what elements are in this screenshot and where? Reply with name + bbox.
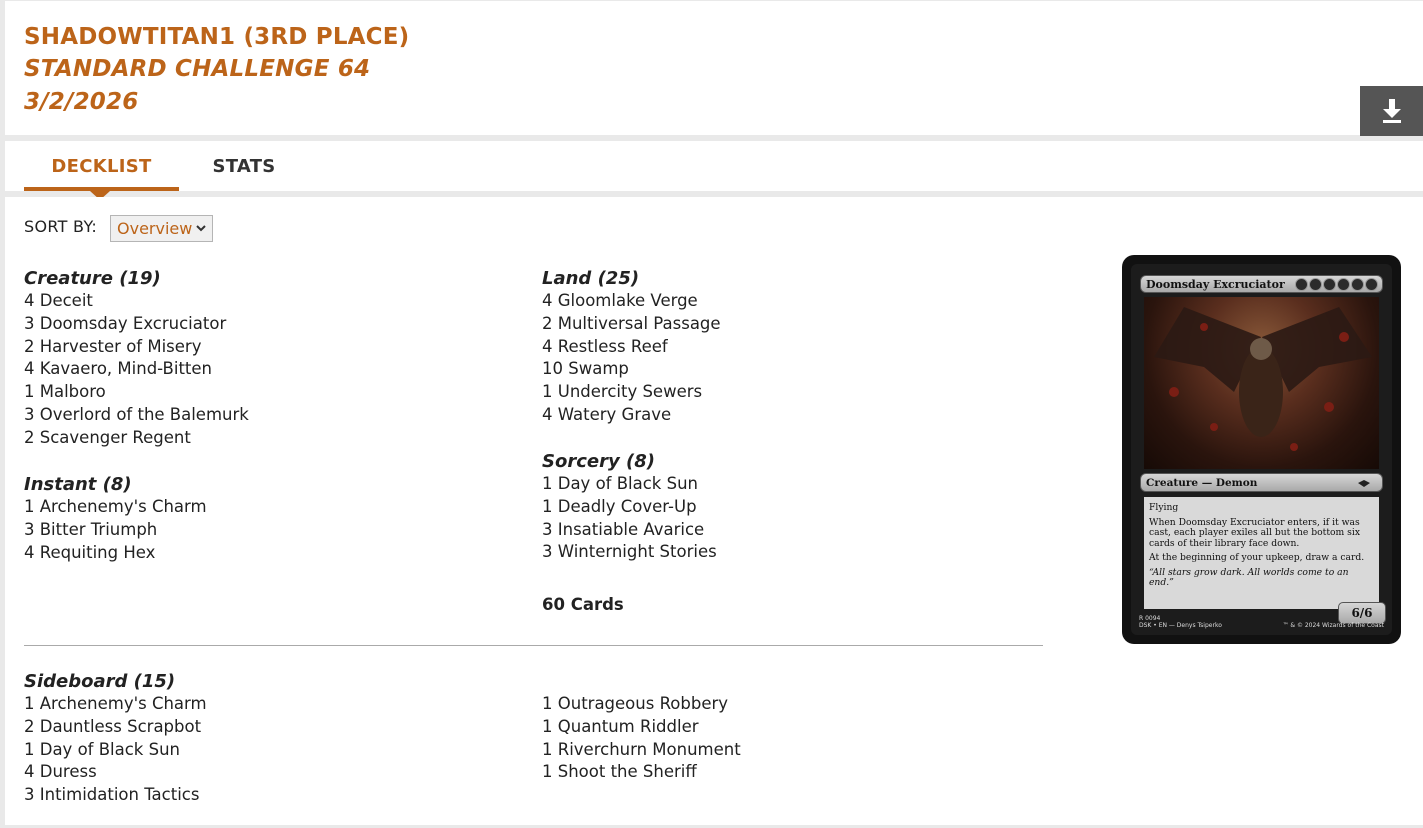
sorcery-list: 1 Day of Black Sun 1 Deadly Cover-Up 3 I… <box>542 473 717 564</box>
list-item[interactable]: 4 Kavaero, Mind-Bitten <box>24 358 249 381</box>
card-collector-info: R 0094 DSK • EN — Denys Tsiperko <box>1139 615 1222 629</box>
tab-stats[interactable]: STATS <box>205 141 283 191</box>
card-power-toughness: 6/6 <box>1338 602 1386 624</box>
tab-bar: DECKLIST STATS <box>5 141 1423 200</box>
list-item[interactable]: 1 Day of Black Sun <box>24 739 207 762</box>
land-heading: Land (25) <box>542 268 640 289</box>
sideboard-heading: Sideboard (15) <box>24 671 176 692</box>
card-rules-line: Flying <box>1149 502 1179 513</box>
list-item[interactable]: 1 Quantum Riddler <box>542 716 741 739</box>
total-card-count: 60 Cards <box>542 595 624 614</box>
land-list: 4 Gloomlake Verge 2 Multiversal Passage … <box>542 290 721 427</box>
instant-heading: Instant (8) <box>24 474 132 495</box>
list-item[interactable]: 4 Restless Reef <box>542 336 721 359</box>
instant-list: 1 Archenemy's Charm 3 Bitter Triumph 4 R… <box>24 496 207 564</box>
list-item[interactable]: 4 Duress <box>24 761 207 784</box>
card-name: Doomsday Excruciator <box>1146 277 1285 291</box>
list-item[interactable]: 2 Multiversal Passage <box>542 313 721 336</box>
demon-art-icon <box>1154 307 1372 451</box>
deck-header: SHADOWTITAN1 (3RD PLACE) STANDARD CHALLE… <box>5 1 1423 136</box>
card-rules-line: When Doomsday Excruciator enters, if it … <box>1149 516 1361 549</box>
chevron-down-icon <box>196 225 206 232</box>
player-title: SHADOWTITAN1 (3RD PLACE) <box>24 24 410 50</box>
list-item[interactable]: 1 Malboro <box>24 381 249 404</box>
list-item[interactable]: 4 Watery Grave <box>542 404 721 427</box>
collector-artist: DSK • EN — Denys Tsiperko <box>1139 622 1222 629</box>
download-button[interactable] <box>1360 86 1423 136</box>
card-frame: Doomsday Excruciator Creature — Demon Fl… <box>1131 264 1392 635</box>
event-date: 3/2/2026 <box>24 89 139 115</box>
collector-number: R 0094 <box>1139 615 1161 622</box>
sort-select[interactable]: Overview <box>110 215 213 242</box>
list-item[interactable]: 1 Deadly Cover-Up <box>542 496 717 519</box>
list-item[interactable]: 3 Overlord of the Balemurk <box>24 404 249 427</box>
card-rules-box: Flying When Doomsday Excruciator enters,… <box>1144 497 1379 609</box>
sort-selected-value: Overview <box>117 219 193 238</box>
tab-stats-label: STATS <box>212 155 276 177</box>
list-item[interactable]: 2 Dauntless Scrapbot <box>24 716 207 739</box>
list-item[interactable]: 4 Deceit <box>24 290 249 313</box>
list-item[interactable]: 1 Shoot the Sheriff <box>542 761 741 784</box>
list-item[interactable]: 1 Archenemy's Charm <box>24 496 207 519</box>
download-icon <box>1382 99 1401 123</box>
list-item[interactable]: 3 Winternight Stories <box>542 541 717 564</box>
list-item[interactable]: 3 Intimidation Tactics <box>24 784 207 807</box>
list-item[interactable]: 3 Insatiable Avarice <box>542 519 717 542</box>
creature-heading: Creature (19) <box>24 268 161 289</box>
list-item[interactable]: 2 Harvester of Misery <box>24 336 249 359</box>
card-type-line: Creature — Demon <box>1146 476 1258 489</box>
card-type-bar: Creature — Demon <box>1140 473 1383 492</box>
card-preview-image[interactable]: Doomsday Excruciator Creature — Demon Fl… <box>1122 255 1401 644</box>
list-item[interactable]: 1 Riverchurn Monument <box>542 739 741 762</box>
list-item[interactable]: 1 Outrageous Robbery <box>542 693 741 716</box>
set-symbol-icon <box>1352 479 1376 487</box>
list-item[interactable]: 1 Day of Black Sun <box>542 473 717 496</box>
card-copyright: ™ & © 2024 Wizards of the Coast <box>1282 622 1384 629</box>
card-name-bar: Doomsday Excruciator <box>1140 275 1383 293</box>
list-item[interactable]: 10 Swamp <box>542 358 721 381</box>
creature-list: 4 Deceit 3 Doomsday Excruciator 2 Harves… <box>24 290 249 450</box>
list-item[interactable]: 3 Doomsday Excruciator <box>24 313 249 336</box>
sort-label: SORT BY: <box>24 217 98 236</box>
tab-decklist[interactable]: DECKLIST <box>24 141 179 200</box>
tab-decklist-label: DECKLIST <box>51 155 152 177</box>
list-item[interactable]: 1 Undercity Sewers <box>542 381 721 404</box>
event-title: STANDARD CHALLENGE 64 <box>24 56 371 82</box>
list-item[interactable]: 4 Requiting Hex <box>24 542 207 565</box>
sideboard-list-col1: 1 Archenemy's Charm 2 Dauntless Scrapbot… <box>24 693 207 807</box>
list-item[interactable]: 2 Scavenger Regent <box>24 427 249 450</box>
mana-cost-icon <box>1295 278 1378 291</box>
card-art <box>1144 297 1379 469</box>
card-flavor-text: “All stars grow dark. All worlds come to… <box>1149 566 1349 588</box>
sideboard-list-col2: 1 Outrageous Robbery 1 Quantum Riddler 1… <box>542 693 741 784</box>
decklist-panel: SORT BY: Overview Creature (19) 4 Deceit… <box>5 197 1423 825</box>
card-rules-line: At the beginning of your upkeep, draw a … <box>1149 552 1365 563</box>
list-item[interactable]: 1 Archenemy's Charm <box>24 693 207 716</box>
divider <box>24 645 1043 646</box>
list-item[interactable]: 3 Bitter Triumph <box>24 519 207 542</box>
list-item[interactable]: 4 Gloomlake Verge <box>542 290 721 313</box>
sorcery-heading: Sorcery (8) <box>542 451 655 472</box>
